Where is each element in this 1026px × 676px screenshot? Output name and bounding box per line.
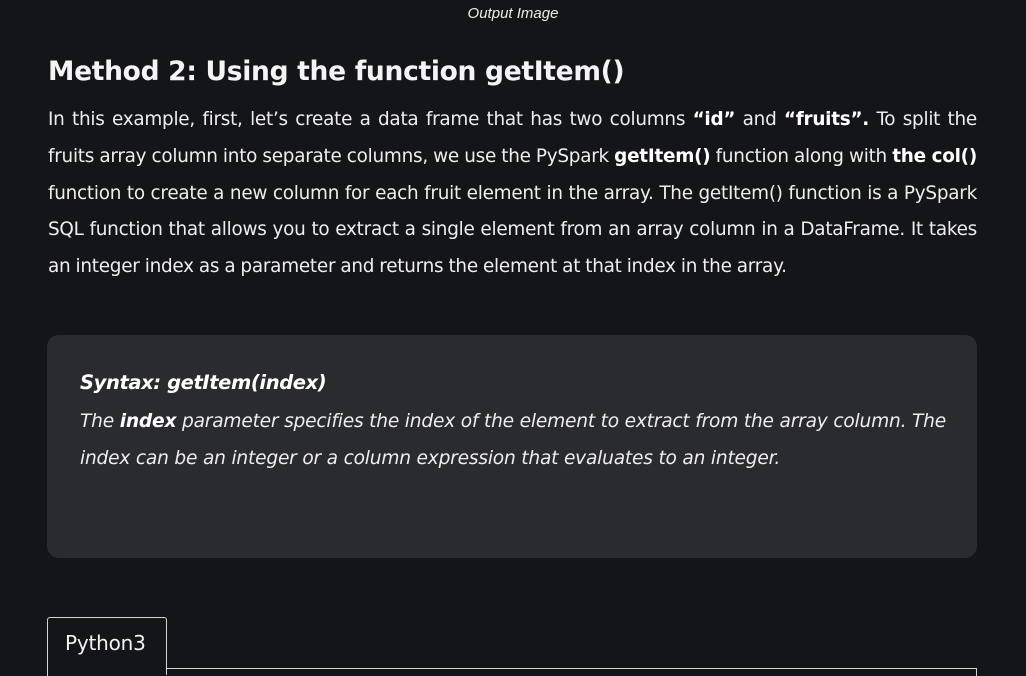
code-block-frame (47, 668, 977, 676)
intro-text-1: In this example, first, let’s create a d… (48, 109, 693, 130)
intro-bold-getitem: getItem() (614, 145, 711, 167)
syntax-description: The index parameter specifies the index … (80, 403, 946, 477)
output-image-caption: Output Image (467, 5, 559, 22)
section-heading: Method 2: Using the function getItem() (48, 56, 625, 87)
tab-python3-label: Python3 (65, 631, 146, 655)
intro-bold-col: the col() (892, 145, 977, 167)
intro-text-2: and (735, 109, 784, 130)
intro-bold-fruits: “fruits”. (783, 109, 870, 130)
syntax-box: Syntax: getItem(index) The index paramet… (47, 335, 977, 558)
tab-python3[interactable]: Python3 (47, 617, 167, 675)
syntax-desc-text-1: The (80, 411, 120, 432)
intro-text-5: function to create a new column for each… (48, 182, 977, 278)
syntax-title: Syntax: getItem(index) (80, 371, 327, 394)
syntax-desc-bold-index: index (119, 411, 177, 432)
intro-bold-id: “id” (692, 109, 736, 130)
intro-text-4: function along with (710, 145, 893, 167)
intro-paragraph: In this example, first, let’s create a d… (48, 102, 977, 286)
syntax-desc-text-2: parameter specifies the index of the ele… (80, 411, 946, 469)
